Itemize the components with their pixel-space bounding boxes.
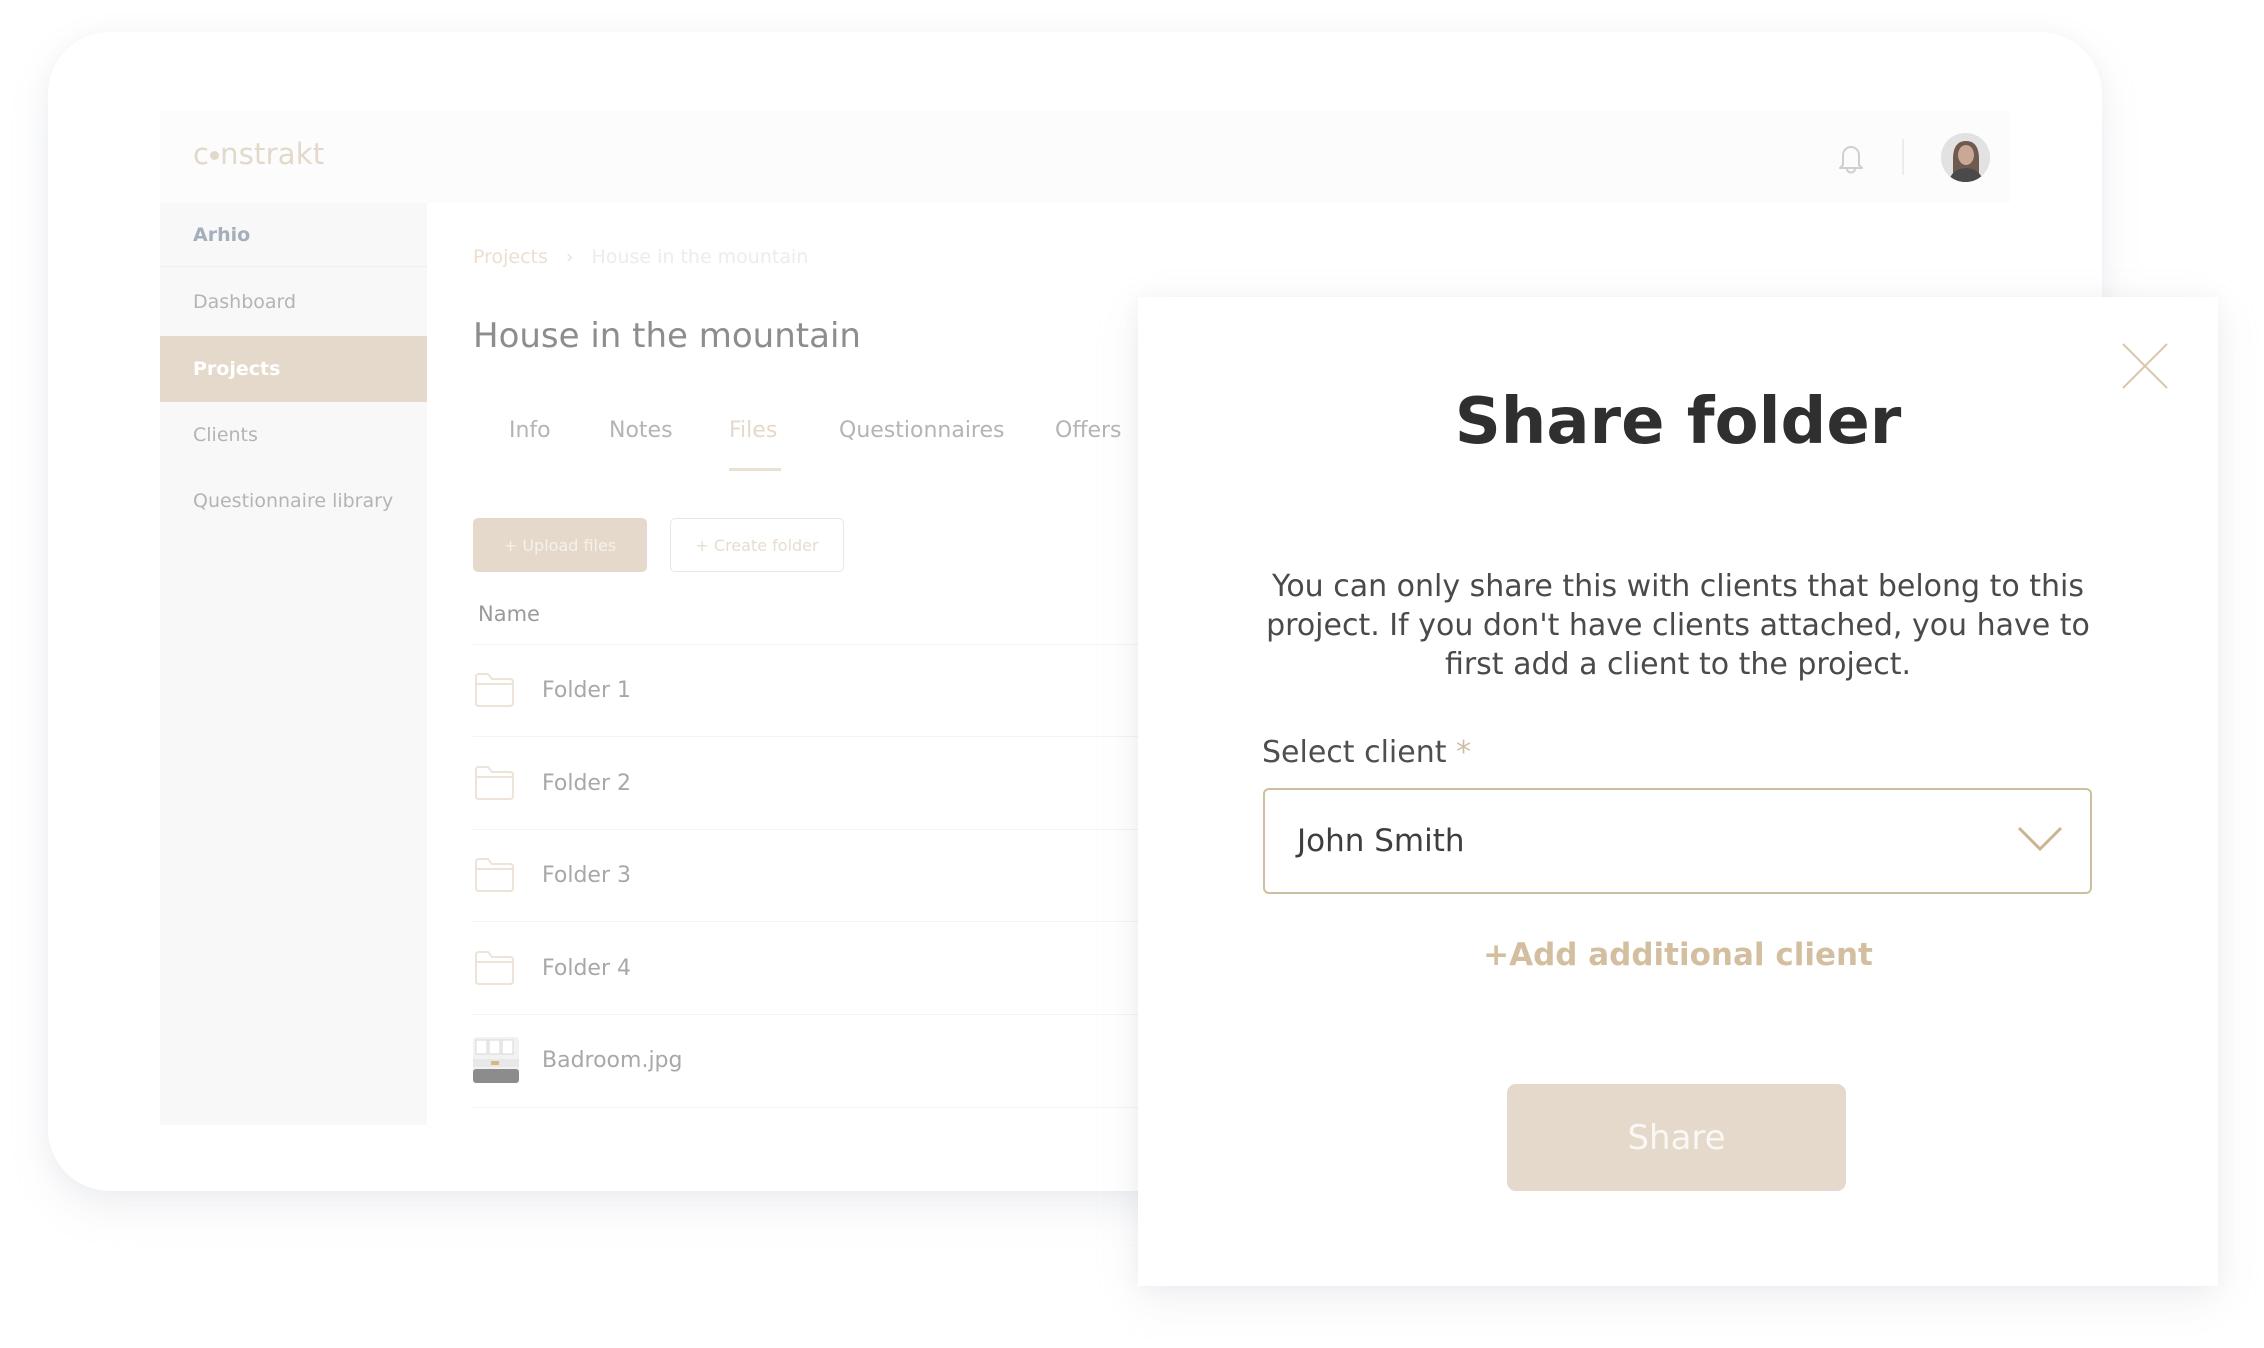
sidebar-item-dashboard[interactable]: Dashboard <box>160 269 427 335</box>
tabs: Info Notes Files Questionnaires Offers <box>473 418 1143 472</box>
breadcrumb-separator-icon: › <box>565 246 574 268</box>
logo-text-right: nstrakt <box>220 137 325 171</box>
folder-icon <box>473 851 521 899</box>
select-client-label: Select client * <box>1262 735 1471 770</box>
list-divider <box>473 644 1138 645</box>
list-divider <box>473 1107 1138 1108</box>
tab-files[interactable]: Files <box>729 418 777 443</box>
column-header-name[interactable]: Name <box>478 602 540 626</box>
tab-notes[interactable]: Notes <box>609 418 673 443</box>
upload-files-button[interactable]: + Upload files <box>473 518 647 572</box>
chevron-down-icon[interactable] <box>2016 824 2064 854</box>
breadcrumb-current: House in the mountain <box>591 246 809 268</box>
share-folder-modal: Share folder You can only share this wit… <box>1138 297 2218 1286</box>
file-name: Folder 3 <box>542 862 631 888</box>
share-button[interactable]: Share <box>1507 1084 1846 1191</box>
list-divider <box>473 921 1138 922</box>
list-divider <box>473 736 1138 737</box>
organization-name: Arhio <box>160 203 427 267</box>
client-select-value: John Smith <box>1297 823 1465 859</box>
tab-questionnaires[interactable]: Questionnaires <box>839 418 1005 443</box>
logo[interactable]: c nstrakt <box>193 137 324 171</box>
image-thumbnail-icon <box>473 1036 521 1084</box>
modal-description: You can only share this with clients tha… <box>1266 569 2090 682</box>
breadcrumb: Projects › House in the mountain <box>473 246 808 268</box>
sidebar-item-clients[interactable]: Clients <box>160 402 427 468</box>
header-divider <box>1902 139 1904 175</box>
add-additional-client-link[interactable]: +Add additional client <box>1138 937 2218 973</box>
tab-info[interactable]: Info <box>509 418 551 443</box>
sidebar-item-questionnaire-library[interactable]: Questionnaire library <box>160 468 427 534</box>
tab-offers[interactable]: Offers <box>1055 418 1122 443</box>
sidebar-item-projects[interactable]: Projects <box>160 336 427 402</box>
sidebar: Arhio Dashboard Projects Clients Questio… <box>160 203 427 1125</box>
folder-icon <box>473 759 521 807</box>
file-name: Folder 1 <box>542 677 631 703</box>
active-tab-indicator <box>729 468 781 471</box>
file-row[interactable]: Folder 4 <box>473 940 1138 996</box>
close-icon[interactable] <box>2120 341 2170 391</box>
file-name: Folder 2 <box>542 770 631 796</box>
folder-icon <box>473 666 521 714</box>
file-name: Folder 4 <box>542 955 631 981</box>
file-row[interactable]: Folder 1 <box>473 662 1138 718</box>
avatar[interactable] <box>1941 133 1990 182</box>
file-name: Badroom.jpg <box>542 1047 683 1073</box>
folder-icon <box>473 944 521 992</box>
create-folder-button[interactable]: + Create folder <box>670 518 844 572</box>
client-select[interactable]: John Smith <box>1263 788 2092 894</box>
required-marker: * <box>1456 735 1472 770</box>
file-row[interactable]: Folder 2 <box>473 755 1138 811</box>
file-row[interactable]: Badroom.jpg <box>473 1032 1138 1088</box>
list-divider <box>473 829 1138 830</box>
breadcrumb-projects-link[interactable]: Projects <box>473 246 548 268</box>
page-title: House in the mountain <box>473 316 861 356</box>
select-client-label-text: Select client <box>1262 735 1447 770</box>
logo-dot <box>210 151 220 160</box>
file-row[interactable]: Folder 3 <box>473 847 1138 903</box>
app-header: c nstrakt <box>160 111 2010 203</box>
bell-icon[interactable] <box>1835 141 1867 175</box>
list-divider <box>473 1014 1138 1015</box>
logo-text-left: c <box>193 137 210 171</box>
modal-title: Share folder <box>1454 385 1902 459</box>
